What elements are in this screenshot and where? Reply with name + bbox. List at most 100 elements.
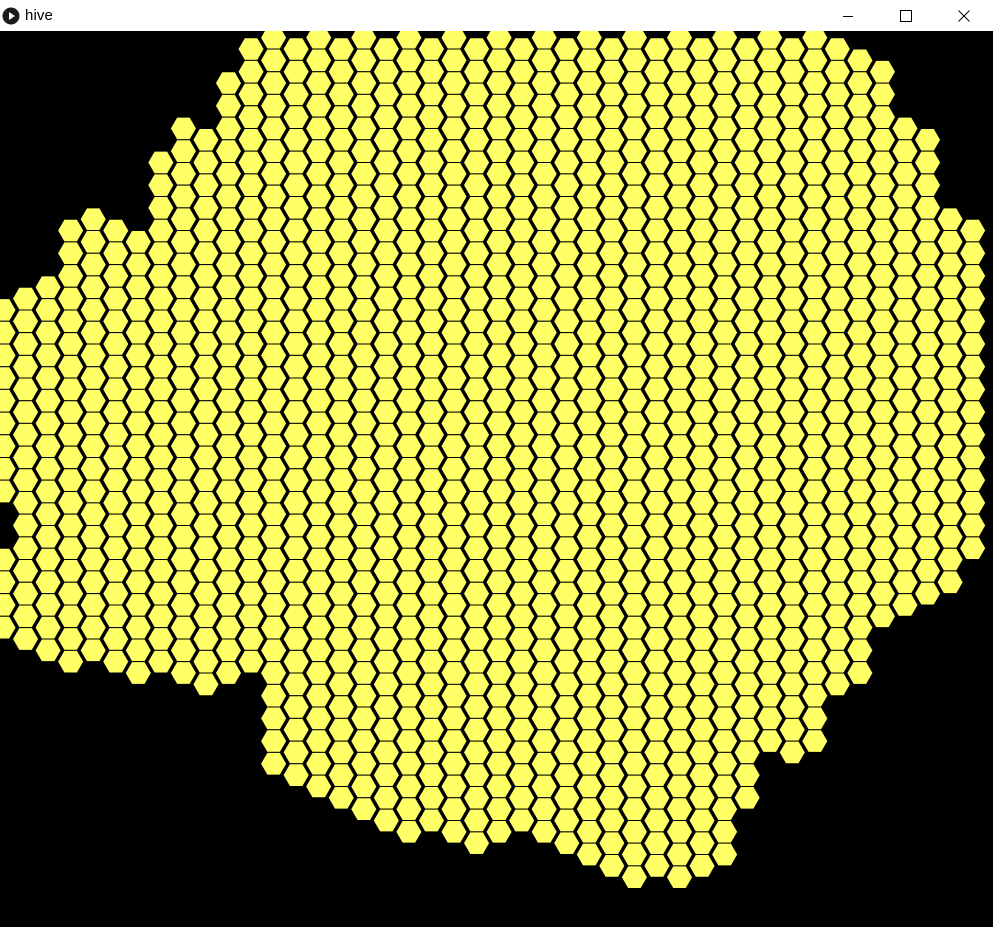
hive-cell — [553, 241, 581, 266]
hive-cell — [643, 831, 671, 856]
hive-cell — [575, 343, 603, 368]
hive-cell — [102, 309, 130, 334]
hive-cell — [778, 695, 806, 719]
hive-cell — [936, 547, 964, 572]
hive-cell — [214, 116, 243, 141]
hive-cell — [891, 456, 919, 481]
hive-canvas[interactable] — [0, 31, 993, 927]
hive-cell — [688, 672, 716, 697]
hive-cell — [575, 593, 603, 617]
hive-cell — [598, 604, 626, 629]
hive-cell — [688, 82, 716, 107]
hive-cell — [372, 241, 401, 266]
hive-cell — [395, 184, 423, 209]
hive-cell — [507, 513, 536, 538]
title-bar[interactable]: hive — [0, 0, 993, 31]
hive-cell — [56, 218, 85, 243]
hive-cell — [305, 388, 333, 413]
hive-cell — [846, 48, 874, 73]
hive-cell — [553, 808, 581, 833]
hive-cell — [823, 127, 852, 152]
hive-cell — [643, 196, 671, 220]
hive-cell — [56, 536, 85, 561]
hive-cell — [891, 184, 919, 209]
hive-cell — [756, 411, 784, 436]
hive-cell — [417, 468, 446, 492]
hive-cell — [350, 683, 378, 708]
hive-cell — [124, 388, 152, 413]
hive-cell — [237, 445, 265, 470]
maximize-button[interactable] — [877, 0, 935, 31]
hive-cell — [756, 207, 784, 232]
hive-cell — [665, 434, 694, 458]
hive-cell — [553, 196, 581, 220]
hive-cell — [485, 479, 513, 504]
hive-cell — [11, 445, 40, 470]
hive-cell — [756, 502, 784, 527]
hive-cell — [417, 105, 446, 129]
hive-cell — [891, 434, 919, 458]
hive-cell — [485, 434, 513, 458]
hive-cell — [169, 184, 198, 209]
hive-cell — [801, 343, 829, 368]
hive-cell — [11, 468, 40, 492]
hive-cell — [102, 490, 130, 515]
hive-cell — [598, 196, 626, 220]
hive-cell — [259, 184, 288, 209]
minimize-button[interactable] — [819, 0, 877, 31]
hive-cell — [305, 48, 333, 73]
hive-cell — [823, 468, 852, 492]
hive-cell — [620, 320, 649, 345]
hive-cell — [778, 82, 806, 107]
hive-cell — [643, 82, 671, 107]
hive-cell — [665, 93, 694, 118]
close-button[interactable] — [935, 0, 993, 31]
hive-cell — [395, 661, 423, 685]
hive-cell — [620, 434, 649, 458]
hive-cell — [214, 161, 243, 186]
hive-cell — [147, 422, 175, 447]
hive-cell — [868, 332, 897, 356]
hive-cell — [192, 241, 220, 266]
hive-cell — [575, 48, 603, 73]
hive-cell — [327, 309, 355, 334]
hive-cell — [688, 808, 716, 833]
hive-cell — [733, 559, 761, 583]
hive-cell — [259, 116, 288, 141]
hive-cell — [868, 513, 897, 538]
hive-cell — [756, 638, 784, 663]
hive-cell — [846, 479, 874, 504]
hive-cell — [305, 479, 333, 504]
hive-cell — [958, 354, 987, 379]
hive-cell — [665, 525, 694, 549]
hive-cell — [665, 139, 694, 163]
hive-cell — [733, 400, 761, 424]
hive-cell — [192, 196, 220, 220]
hive-cell — [462, 581, 491, 606]
hive-cell — [259, 48, 288, 73]
hive-cell — [237, 332, 265, 356]
hive-cell — [598, 649, 626, 674]
hive-cell — [56, 309, 85, 334]
hive-cell — [507, 264, 536, 288]
hive-cell — [936, 525, 964, 549]
hive-cell — [327, 649, 355, 674]
hive-cell — [305, 456, 333, 481]
hive-cell — [575, 547, 603, 572]
hive-cell — [756, 434, 784, 458]
hive-cell — [688, 695, 716, 719]
hive-cell — [169, 456, 198, 481]
hive-cell — [395, 139, 423, 163]
hive-cell — [169, 479, 198, 504]
hive-cell — [124, 479, 152, 504]
hive-cell — [485, 93, 513, 118]
hive-cell — [846, 434, 874, 458]
caption-buttons — [819, 0, 993, 31]
hive-cell — [778, 309, 806, 334]
hive-cell — [124, 638, 152, 663]
hive-cell — [282, 82, 310, 107]
hive-cell — [0, 320, 17, 345]
hive-cell — [530, 388, 558, 413]
hive-cell — [327, 695, 355, 719]
hive-cell — [485, 547, 513, 572]
